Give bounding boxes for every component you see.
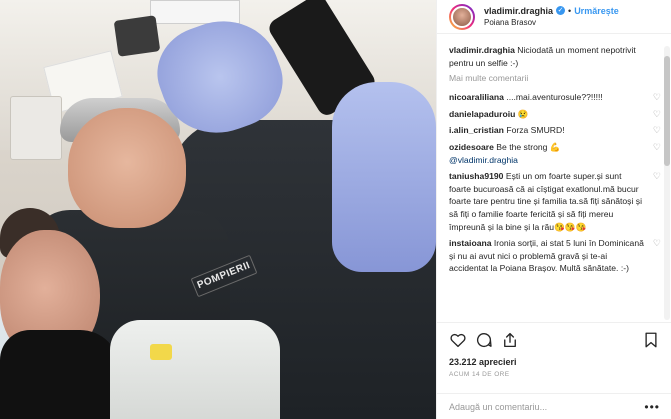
add-comment-bar: •••: [437, 393, 671, 419]
comment-username[interactable]: taniusha9190: [449, 171, 503, 181]
heart-icon[interactable]: ♡: [653, 142, 661, 152]
comment-icon[interactable]: [475, 331, 493, 349]
avatar-image: [451, 5, 473, 28]
wall-cabinet: [10, 96, 62, 160]
comment-username[interactable]: i.alin_cristian: [449, 125, 504, 135]
scrollbar-thumb[interactable]: [664, 56, 670, 166]
heart-icon[interactable]: ♡: [653, 171, 661, 181]
avatar[interactable]: [449, 3, 475, 30]
post-timestamp[interactable]: ACUM 14 DE ORE: [449, 371, 660, 378]
location-link[interactable]: Poiana Brasov: [484, 17, 619, 29]
post-sidebar: vladimir.draghia ✓ • Urmărește Poiana Br…: [436, 0, 671, 419]
comment-username[interactable]: ozidesoare: [449, 142, 494, 152]
comments-list[interactable]: vladimir.draghia Niciodată un moment nep…: [437, 44, 661, 322]
comment-text: Forza SMURD!: [503, 125, 565, 136]
comment-username[interactable]: danielapaduroiu: [449, 109, 515, 119]
thumbs-up-glove: [332, 82, 436, 272]
comment-item: taniusha9190 Ești un om foarte super.și …: [449, 170, 661, 233]
load-more-comments-button[interactable]: Mai multe comentarii: [449, 73, 661, 83]
comments-scrollbar[interactable]: [664, 46, 670, 320]
comment-item: danielapaduroiu 😢 ♡: [449, 108, 661, 121]
comment-username[interactable]: nicoaraliliana: [449, 92, 504, 102]
header-text: vladimir.draghia ✓ • Urmărește Poiana Br…: [484, 5, 619, 29]
heart-icon[interactable]: ♡: [653, 125, 661, 135]
instagram-post: POMPIERII vladimir.draghia ✓ • Urmărește…: [0, 0, 671, 419]
add-comment-input[interactable]: [449, 401, 619, 412]
likes-count[interactable]: 23.212 aprecieri: [449, 357, 660, 367]
comment-item: instaioana Ironia sorții, ai stat 5 luni…: [449, 237, 661, 275]
patient-scarf: [0, 330, 120, 419]
post-header: vladimir.draghia ✓ • Urmărește Poiana Br…: [437, 0, 671, 34]
post-photo[interactable]: POMPIERII: [0, 0, 436, 419]
comment-item: i.alin_cristian Forza SMURD! ♡: [449, 124, 661, 137]
heart-icon[interactable]: [449, 331, 467, 349]
separator-dot: •: [568, 5, 572, 16]
header-row: vladimir.draghia ✓ • Urmărește: [484, 5, 619, 17]
comment-text: ....mai.aventurosule??!!!!!: [503, 92, 603, 103]
action-icons: [449, 329, 660, 351]
post-actions: 23.212 aprecieri ACUM 14 DE ORE: [437, 322, 671, 378]
comment-username[interactable]: instaioana: [449, 238, 492, 248]
heart-icon[interactable]: ♡: [653, 92, 661, 102]
comment-text: Be the strong 💪: [493, 141, 561, 152]
bookmark-icon[interactable]: [642, 331, 660, 349]
heart-icon[interactable]: ♡: [653, 238, 661, 248]
comment-item: nicoaraliliana ....mai.aventurosule??!!!…: [449, 91, 661, 104]
more-options-icon[interactable]: •••: [644, 400, 660, 414]
author-username[interactable]: vladimir.draghia: [484, 5, 553, 17]
comment-mention[interactable]: @vladimir.draghia: [449, 155, 518, 165]
comment-text: 😢: [515, 108, 529, 119]
patient-gown: [110, 320, 280, 419]
comment-item: ozidesoare Be the strong 💪 @vladimir.dra…: [449, 141, 661, 166]
caption: vladimir.draghia Niciodată un moment nep…: [449, 44, 661, 69]
ecg-sticker: [150, 344, 172, 360]
verified-icon: ✓: [556, 6, 566, 15]
officer-face: [68, 108, 186, 228]
share-icon[interactable]: [501, 331, 519, 349]
heart-icon[interactable]: ♡: [653, 109, 661, 119]
follow-button[interactable]: Urmărește: [574, 5, 619, 17]
medical-device: [113, 15, 161, 57]
caption-username[interactable]: vladimir.draghia: [449, 45, 515, 55]
